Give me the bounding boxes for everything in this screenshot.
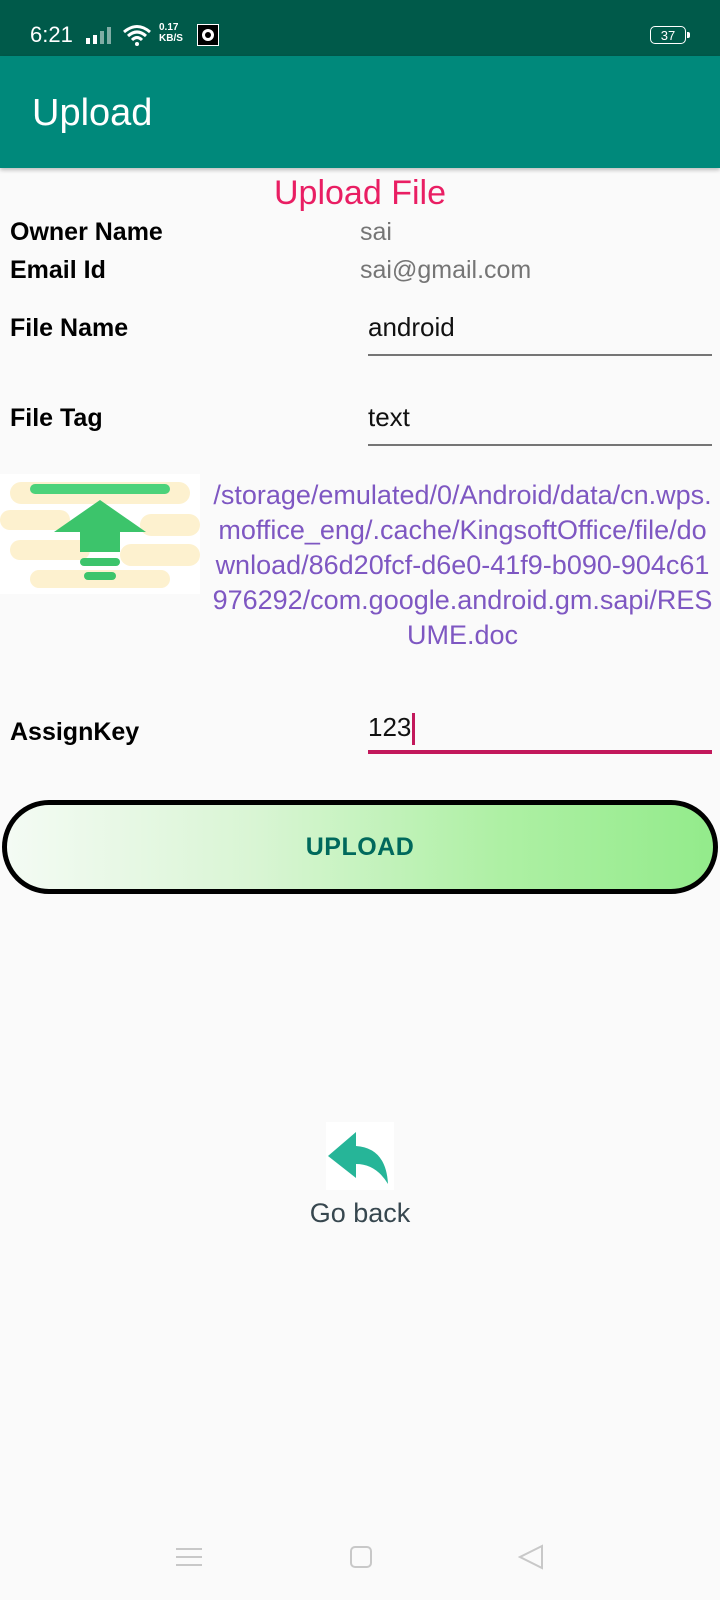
battery-icon: 37 xyxy=(650,26,690,44)
app-bar: Upload xyxy=(0,56,720,168)
signal-icon xyxy=(86,27,111,44)
file-name-input[interactable]: android xyxy=(368,312,712,343)
email-label: Email Id xyxy=(10,256,106,284)
file-name-label: File Name xyxy=(10,314,129,342)
page-heading: Upload File xyxy=(274,174,446,212)
file-tag-underline xyxy=(368,444,712,446)
go-back-label[interactable]: Go back xyxy=(0,1198,720,1229)
text-cursor xyxy=(412,713,416,746)
app-bar-title: Upload xyxy=(32,92,153,134)
wifi-icon xyxy=(123,25,151,46)
upload-arrow-icon xyxy=(0,482,200,588)
menu-icon[interactable] xyxy=(176,1546,202,1568)
owner-name-value: sai xyxy=(360,218,392,246)
network-speed-value: 0.17 xyxy=(159,22,179,33)
assign-key-input[interactable]: 123 xyxy=(368,712,712,746)
upload-button-label: UPLOAD xyxy=(305,832,415,861)
notification-app-icon xyxy=(197,24,219,46)
file-tag-input[interactable]: text xyxy=(368,402,712,433)
status-bar: 6:21 0.17 KB/S 37 xyxy=(0,0,720,56)
assign-key-underline xyxy=(368,750,712,754)
owner-name-label: Owner Name xyxy=(10,218,163,246)
email-value: sai@gmail.com xyxy=(360,256,532,284)
upload-button[interactable]: UPLOAD xyxy=(2,800,718,894)
back-triangle-icon[interactable] xyxy=(518,1544,544,1570)
upload-file-image[interactable] xyxy=(0,474,200,594)
network-speed: 0.17 KB/S xyxy=(159,22,183,44)
file-tag-label: File Tag xyxy=(10,404,103,432)
assign-key-value: 123 xyxy=(368,712,412,742)
status-time: 6:21 xyxy=(30,22,73,47)
assign-key-label: AssignKey xyxy=(10,718,140,746)
go-back-icon[interactable] xyxy=(326,1122,394,1190)
network-speed-unit: KB/S xyxy=(159,33,183,44)
selected-file-path: /storage/emulated/0/Android/data/cn.wps.… xyxy=(212,480,713,650)
home-icon[interactable] xyxy=(350,1546,372,1568)
battery-level: 37 xyxy=(660,28,676,43)
system-nav-bar xyxy=(0,1520,720,1600)
file-name-underline xyxy=(368,354,712,356)
